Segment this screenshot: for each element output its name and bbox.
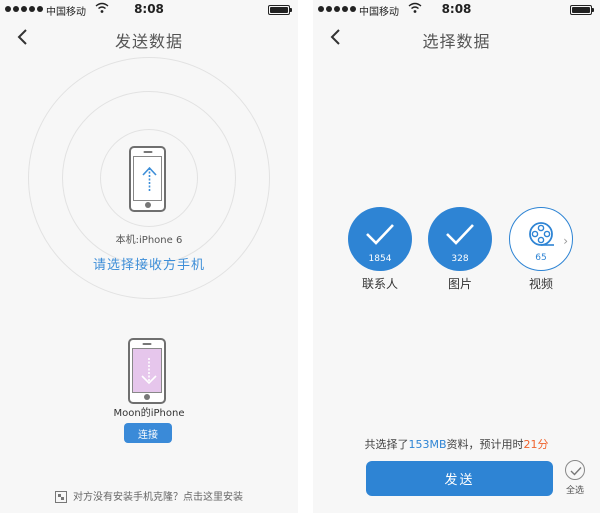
status-bar: 中国移动 8:08	[313, 0, 600, 20]
category-name: 联系人	[361, 277, 398, 291]
navigation-bar: 发送数据	[0, 20, 298, 56]
summary-middle: 资料，预计用时	[446, 438, 524, 451]
select-data-screen: 中国移动 8:08 选择数据 1854 联系人 328 图片 65 › 视频 共…	[313, 0, 600, 513]
category-name: 视频	[528, 277, 553, 291]
peer-device-label: Moon的iPhone	[113, 408, 185, 419]
checkmark-icon	[446, 224, 474, 245]
upload-arrow-icon	[142, 166, 157, 191]
category-name: 图片	[447, 277, 472, 291]
qr-code-icon	[55, 491, 67, 503]
category-count: 328	[451, 254, 469, 264]
peer-phone-icon[interactable]	[128, 338, 166, 404]
film-reel-icon	[529, 222, 554, 246]
category-photos-toggle[interactable]: 328	[428, 207, 492, 271]
page-title: 选择数据	[422, 32, 491, 51]
summary-size: 153MB	[408, 438, 447, 451]
battery-icon	[268, 5, 292, 15]
navigation-bar: 选择数据	[313, 20, 600, 56]
page-title: 发送数据	[114, 32, 183, 51]
connect-button[interactable]: 连接	[124, 423, 172, 443]
chevron-right-icon: ›	[563, 234, 568, 248]
category-videos[interactable]: 65 › 视频	[509, 207, 573, 292]
category-videos-toggle[interactable]: 65 ›	[509, 207, 573, 271]
send-button[interactable]: 发送	[366, 461, 553, 496]
category-photos[interactable]: 328 图片	[428, 207, 492, 292]
local-device-label: 本机:iPhone 6	[115, 235, 183, 246]
install-hint-link[interactable]: 对方没有安装手机克隆？点击这里安装	[0, 488, 298, 503]
category-count: 65	[535, 253, 547, 263]
select-all-label: 全选	[565, 486, 584, 496]
send-data-screen: 中国移动 8:08 发送数据 本机:iPhone 6 请选择接收方手机 Moon…	[0, 0, 298, 513]
checkmark-icon	[366, 224, 394, 245]
choose-receiver-prompt: 请选择接收方手机	[92, 258, 205, 273]
summary-duration: 21分	[523, 438, 549, 451]
select-all-check-icon[interactable]	[565, 460, 585, 480]
battery-icon	[570, 5, 594, 15]
status-bar: 中国移动 8:08	[0, 0, 298, 20]
download-arrow-icon	[141, 358, 157, 385]
clock: 8:08	[441, 2, 472, 16]
category-contacts[interactable]: 1854 联系人	[348, 207, 412, 292]
selection-summary: 共选择了153MB资料，预计用时21分	[313, 436, 600, 452]
select-all-toggle[interactable]: 全选	[561, 460, 589, 496]
category-count: 1854	[368, 254, 392, 264]
clock: 8:08	[134, 2, 164, 16]
local-phone-icon	[129, 146, 166, 212]
category-contacts-toggle[interactable]: 1854	[348, 207, 412, 271]
summary-prefix: 共选择了	[364, 438, 409, 451]
install-hint-text: 对方没有安装手机克隆？点击这里安装	[73, 492, 243, 503]
